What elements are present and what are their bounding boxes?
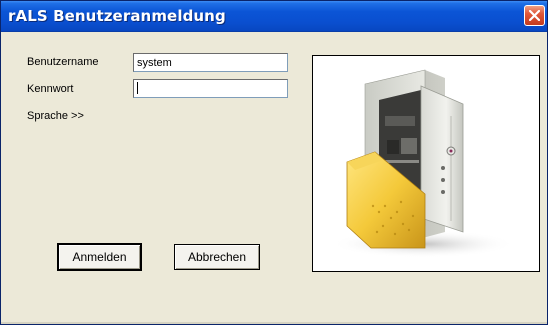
close-icon: [529, 10, 540, 21]
username-field[interactable]: [133, 53, 288, 72]
window-title: rALS Benutzeranmeldung: [8, 7, 226, 25]
language-link[interactable]: Sprache >>: [27, 110, 84, 122]
image-panel: [312, 55, 540, 272]
username-label: Benutzername: [27, 56, 99, 68]
safe-with-folder-icon: [331, 69, 515, 258]
cancel-button[interactable]: Abbrechen: [174, 244, 260, 270]
password-field[interactable]: [133, 79, 288, 98]
login-button[interactable]: Anmelden: [57, 243, 142, 271]
login-dialog: rALS Benutzeranmeldung Benutzername Kenn…: [0, 0, 548, 325]
title-bar[interactable]: rALS Benutzeranmeldung: [1, 1, 547, 32]
bottom-border: [1, 322, 547, 324]
dialog-body: Benutzername Kennwort Sprache >> Anmelde…: [2, 32, 546, 324]
text-caret: [137, 82, 138, 94]
close-button[interactable]: [524, 5, 545, 26]
password-label: Kennwort: [27, 83, 74, 95]
